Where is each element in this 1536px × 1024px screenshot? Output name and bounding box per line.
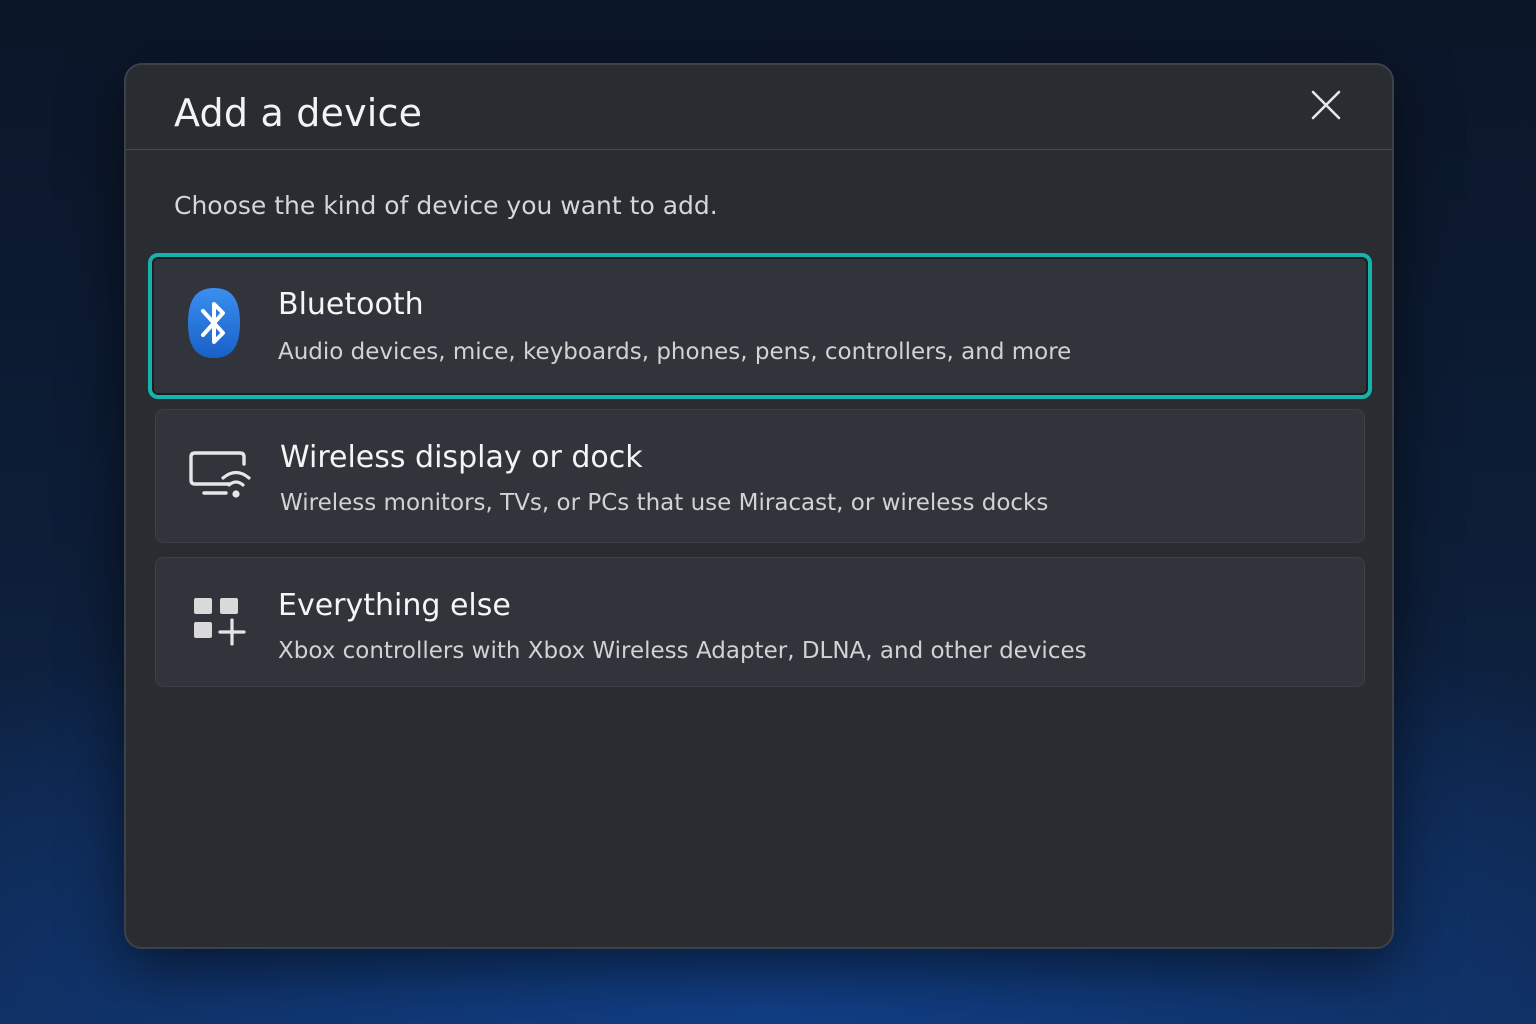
close-icon: [1311, 90, 1341, 120]
everything-else-option-title: Everything else: [278, 588, 511, 623]
bluetooth-option-title: Bluetooth: [278, 287, 424, 322]
wireless-display-option[interactable]: Wireless display or dock Wireless monito…: [155, 409, 1365, 543]
close-button[interactable]: [1304, 83, 1348, 127]
dialog-instruction: Choose the kind of device you want to ad…: [174, 191, 718, 220]
dialog-header: Add a device: [126, 65, 1392, 150]
add-apps-icon: [192, 596, 246, 646]
wireless-display-option-description: Wireless monitors, TVs, or PCs that use …: [280, 490, 1049, 516]
everything-else-option[interactable]: Everything else Xbox controllers with Xb…: [155, 557, 1365, 687]
bluetooth-option[interactable]: Bluetooth Audio devices, mice, keyboards…: [148, 253, 1372, 399]
bluetooth-option-description: Audio devices, mice, keyboards, phones, …: [278, 339, 1072, 365]
bluetooth-icon: [186, 287, 242, 359]
add-device-dialog: Add a device Choose the kind of device y…: [124, 63, 1394, 949]
dialog-title: Add a device: [174, 91, 423, 135]
wireless-display-option-title: Wireless display or dock: [280, 440, 643, 475]
wireless-display-icon: [186, 448, 252, 504]
everything-else-option-description: Xbox controllers with Xbox Wireless Adap…: [278, 638, 1087, 664]
